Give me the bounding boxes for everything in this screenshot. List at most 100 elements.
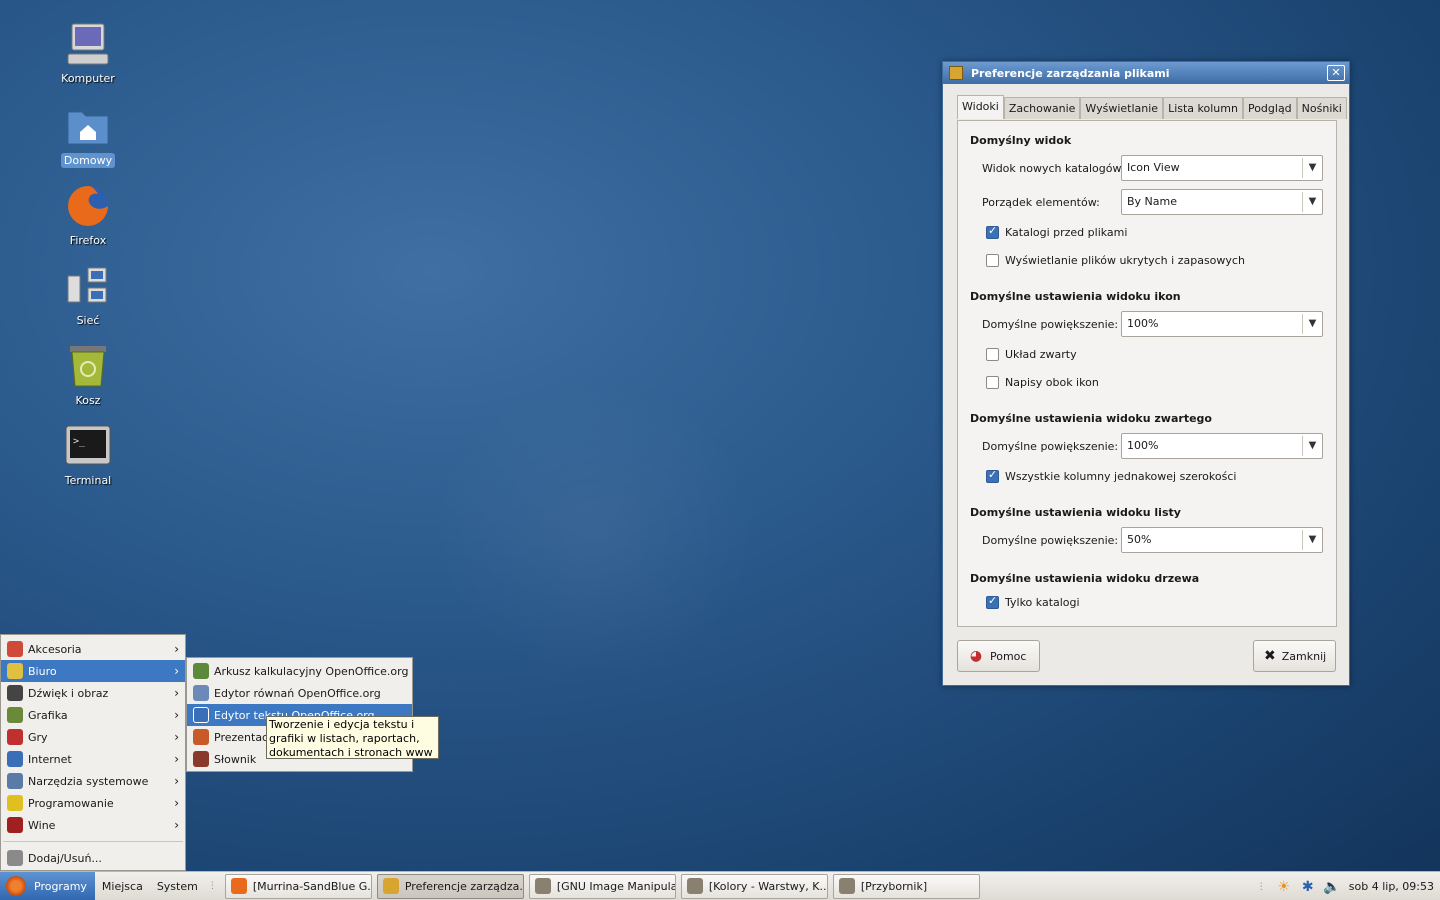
menu-item-label: Internet: [28, 752, 72, 766]
tab-display[interactable]: Wyświetlanie: [1080, 97, 1164, 119]
desktop-icon-home[interactable]: Domowy: [48, 102, 128, 168]
gimp-icon: [686, 878, 703, 894]
help-button[interactable]: ◕ Pomoc: [957, 640, 1040, 672]
checkbox-label: Wszystkie kolumny jednakowej szerokości: [1005, 470, 1237, 483]
new-folders-view-select[interactable]: Icon View ▼: [1121, 155, 1323, 181]
desktop-icon-label: Sieć: [76, 314, 100, 327]
desktop-icon-label: Kosz: [75, 394, 101, 407]
accessories-icon: [7, 641, 23, 657]
same-width-checkbox[interactable]: Wszystkie kolumny jednakowej szerokości: [986, 468, 1237, 483]
tab-behavior[interactable]: Zachowanie: [1003, 97, 1081, 119]
applications-menu-button[interactable]: Programy: [0, 871, 95, 900]
section-heading: Domyślne ustawienia widoku zwartego: [970, 412, 1212, 425]
menu-item-graphics[interactable]: Grafika ›: [1, 704, 185, 726]
submenu-item-label: Edytor równań OpenOffice.org: [214, 686, 381, 700]
taskbar-window-preferences[interactable]: Preferencje zarządza...: [376, 873, 524, 899]
taskbar-window-colors[interactable]: [Kolory - Warstwy, K...: [680, 873, 828, 899]
submenu-item-math[interactable]: Edytor równań OpenOffice.org: [187, 682, 412, 704]
math-editor-icon: [193, 685, 209, 701]
menu-separator: [3, 841, 183, 842]
tab-views[interactable]: Widoki: [957, 95, 1004, 119]
terminal-icon: >_: [64, 422, 112, 470]
file-manager-icon: [949, 66, 963, 80]
menu-item-wine[interactable]: Wine ›: [1, 814, 185, 836]
menu-item-accessories[interactable]: Akcesoria ›: [1, 638, 185, 660]
system-tools-icon: [7, 773, 23, 789]
menu-item-system-tools[interactable]: Narzędzia systemowe ›: [1, 770, 185, 792]
folders-first-checkbox[interactable]: Katalogi przed plikami: [986, 224, 1127, 239]
menu-item-label: Biuro: [28, 664, 57, 678]
desktop-icon-trash[interactable]: Kosz: [48, 342, 128, 408]
taskbar-window-toolbox[interactable]: [Przybornik]: [832, 873, 980, 899]
chevron-right-icon: ›: [174, 752, 179, 766]
section-heading: Domyślny widok: [970, 134, 1072, 147]
clock[interactable]: sob 4 lip, 09:53: [1349, 880, 1434, 893]
menu-item-multimedia[interactable]: Dźwięk i obraz ›: [1, 682, 185, 704]
update-notifier-icon[interactable]: ☀: [1275, 878, 1293, 896]
games-icon: [7, 729, 23, 745]
bottom-panel: Programy Miejsca System ⋮ [Murrina-SandB…: [0, 871, 1440, 900]
chevron-right-icon: ›: [174, 664, 179, 678]
menu-item-internet[interactable]: Internet ›: [1, 748, 185, 770]
wallpaper-watermark: [430, 380, 760, 680]
only-folders-checkbox[interactable]: Tylko katalogi: [986, 594, 1080, 609]
help-button-label: Pomoc: [990, 649, 1027, 663]
icon-zoom-select[interactable]: 100% ▼: [1121, 311, 1323, 337]
desktop-icon-network[interactable]: Sieć: [48, 262, 128, 328]
submenu-item-spreadsheet[interactable]: Arkusz kalkulacyjny OpenOffice.org: [187, 660, 412, 682]
bluetooth-icon[interactable]: ✱: [1299, 878, 1317, 896]
volume-icon[interactable]: 🔈: [1323, 878, 1341, 896]
places-menu[interactable]: Miejsca: [95, 880, 150, 893]
file-manager-icon: [382, 878, 399, 894]
programming-icon: [7, 795, 23, 811]
menu-item-label: Wine: [28, 818, 56, 832]
taskbar-window-label: [GNU Image Manipula...: [556, 879, 676, 893]
taskbar-window-gimp[interactable]: [GNU Image Manipula...: [528, 873, 676, 899]
chevron-right-icon: ›: [174, 796, 179, 810]
desktop-icon-firefox[interactable]: Firefox: [48, 182, 128, 248]
menu-item-label: Dźwięk i obraz: [28, 686, 109, 700]
compact-zoom-select[interactable]: 100% ▼: [1121, 433, 1323, 459]
close-icon[interactable]: ✕: [1327, 65, 1345, 81]
desktop-icon-terminal[interactable]: >_ Terminal: [48, 422, 128, 488]
taskbar-window-firefox[interactable]: [Murrina-SandBlue G...: [224, 873, 372, 899]
menu-item-add-remove[interactable]: Dodaj/Usuń...: [1, 847, 185, 869]
system-menu[interactable]: System: [150, 880, 205, 893]
show-hidden-checkbox[interactable]: Wyświetlanie plików ukrytych i zapasowyc…: [986, 254, 1245, 267]
menu-item-label: Akcesoria: [28, 642, 82, 656]
checkbox-box: [986, 468, 999, 483]
select-value: 50%: [1127, 533, 1152, 546]
firefox-icon: [230, 878, 247, 894]
desktop-icon-computer[interactable]: Komputer: [48, 20, 128, 86]
desktop-icon-label: Komputer: [61, 72, 115, 85]
chevron-right-icon: ›: [174, 818, 179, 832]
tab-list-columns[interactable]: Lista kolumn: [1163, 97, 1243, 119]
text-beside-icons-checkbox[interactable]: Napisy obok ikon: [986, 376, 1099, 389]
tab-media[interactable]: Nośniki: [1296, 97, 1347, 119]
order-select[interactable]: By Name ▼: [1121, 189, 1323, 215]
computer-icon: [64, 20, 112, 68]
menu-item-label: Narzędzia systemowe: [28, 774, 149, 788]
taskbar-window-label: Preferencje zarządza...: [404, 879, 524, 893]
chevron-down-icon: ▼: [1302, 158, 1322, 178]
chevron-down-icon: ▼: [1302, 436, 1322, 456]
panel-grip: ⋮: [1256, 881, 1266, 892]
menu-item-games[interactable]: Gry ›: [1, 726, 185, 748]
menu-item-office[interactable]: Biuro ›: [1, 660, 185, 682]
menu-item-label: Gry: [28, 730, 48, 744]
taskbar-window-label: [Kolory - Warstwy, K...: [708, 879, 828, 893]
close-button-label: Zamknij: [1281, 649, 1327, 663]
menu-item-programming[interactable]: Programowanie ›: [1, 792, 185, 814]
close-button[interactable]: ✖ Zamknij: [1253, 640, 1336, 672]
multimedia-icon: [7, 685, 23, 701]
menu-item-label: Dodaj/Usuń...: [28, 851, 102, 865]
chevron-down-icon: ▼: [1302, 314, 1322, 334]
dialog-titlebar[interactable]: Preferencje zarządzania plikami ✕: [943, 62, 1349, 84]
compact-layout-checkbox[interactable]: Układ zwarty: [986, 348, 1077, 361]
chevron-down-icon: ▼: [1302, 192, 1322, 212]
list-zoom-select[interactable]: 50% ▼: [1121, 527, 1323, 553]
applications-menu-label: Programy: [34, 879, 87, 893]
taskbar-window-label: [Przybornik]: [860, 879, 928, 893]
gimp-icon: [838, 878, 855, 894]
tab-preview[interactable]: Podgląd: [1242, 97, 1297, 119]
